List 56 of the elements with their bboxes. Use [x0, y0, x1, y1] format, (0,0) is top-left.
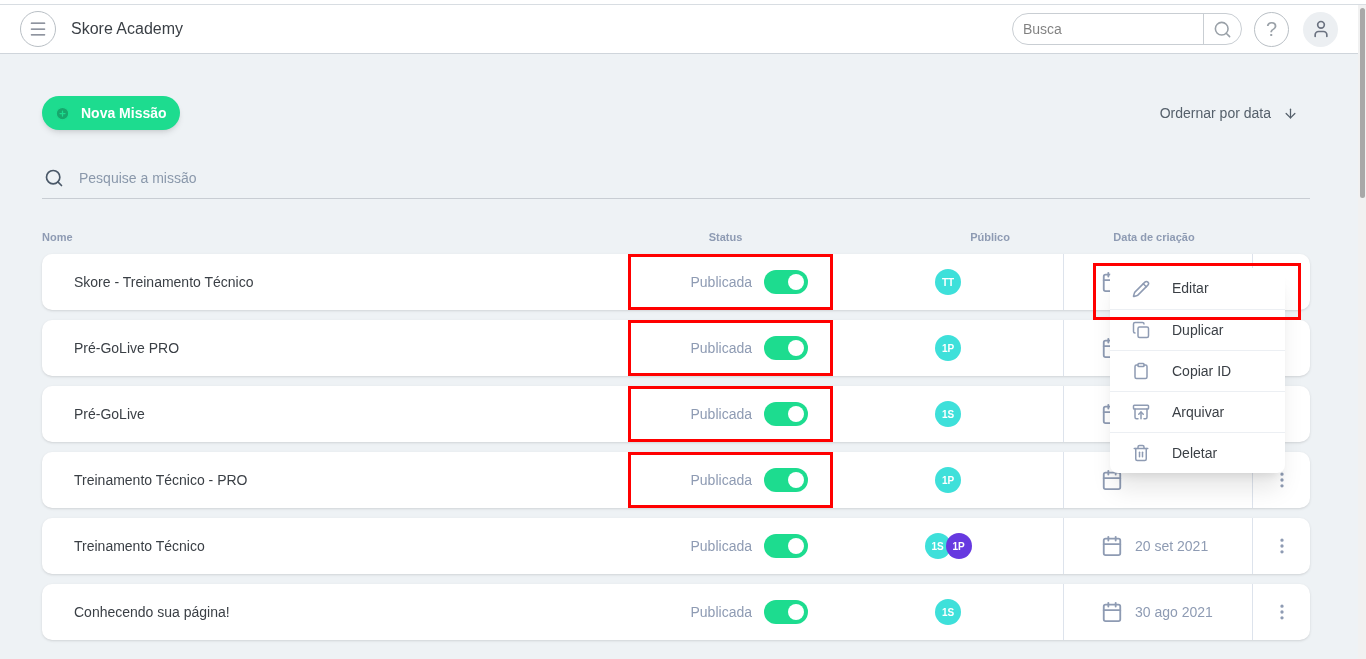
menu-item[interactable]: Deletar: [1110, 432, 1285, 473]
toggle-switch[interactable]: [764, 402, 808, 426]
pencil-icon: [1132, 279, 1150, 298]
status-label: Publicada: [690, 536, 752, 556]
toggle-switch[interactable]: [764, 600, 808, 624]
audience-badge: 1S: [935, 599, 961, 625]
plus-icon: [55, 105, 70, 121]
audience-badge: 1P: [935, 467, 961, 493]
toggle-switch[interactable]: [764, 336, 808, 360]
calendar-icon: [1101, 469, 1123, 491]
menu-item[interactable]: Copiar ID: [1110, 350, 1285, 391]
calendar-icon: [1101, 535, 1123, 557]
app-title: Skore Academy: [71, 19, 184, 39]
mission-name: Conhecendo sua página!: [73, 602, 231, 622]
scrollbar-thumb[interactable]: [1359, 8, 1365, 198]
arrow-down-icon: [1283, 105, 1298, 121]
audience-badge: 1P: [945, 533, 972, 559]
search-icon: [1213, 19, 1232, 39]
status-label: Publicada: [690, 272, 752, 292]
mission-name: Skore - Treinamento Técnico: [73, 272, 255, 292]
profile-button[interactable]: [1303, 11, 1338, 47]
mission-name: Treinamento Técnico - PRO: [73, 470, 249, 490]
audience-badge: 1P: [935, 335, 961, 361]
audience-badge: TT: [935, 269, 961, 295]
mission-name: Treinamento Técnico: [73, 536, 206, 556]
trash-icon: [1132, 444, 1150, 462]
sort-button[interactable]: Ordernar por data: [1159, 102, 1298, 124]
mission-row[interactable]: Conhecendo sua página! Publicada 1S 30 ago 2021: [42, 584, 1310, 640]
mission-name: Pré-GoLive: [73, 404, 146, 424]
creation-date: 20 set 2021: [1135, 536, 1210, 556]
column-header: Status: [707, 229, 744, 245]
mission-row[interactable]: Treinamento Técnico Publicada 1S 1P 20 set 2021: [42, 518, 1310, 574]
mission-search-field[interactable]: Pesquise a missão: [79, 157, 1308, 198]
search-field[interactable]: Busca: [1013, 14, 1203, 44]
creation-date: 30 ago 2021: [1135, 602, 1214, 622]
status-label: Publicada: [690, 602, 752, 622]
menu-item[interactable]: Editar: [1110, 268, 1285, 309]
column-header: Nome: [42, 229, 74, 245]
copy-icon: [1132, 321, 1150, 339]
audience-badge: 1S: [924, 533, 951, 559]
toggle-switch[interactable]: [764, 468, 808, 492]
toggle-switch[interactable]: [764, 270, 808, 294]
toggle-switch[interactable]: [764, 534, 808, 558]
menu-item[interactable]: Arquivar: [1110, 391, 1285, 432]
status-label: Publicada: [690, 404, 752, 424]
status-label: Publicada: [690, 338, 752, 358]
column-header: Data de criação: [1112, 229, 1196, 245]
clipboard-icon: [1132, 362, 1150, 380]
menu-item[interactable]: Duplicar: [1110, 309, 1285, 350]
search-icon: [44, 167, 64, 188]
column-header: Público: [969, 229, 1011, 245]
audience-badge: 1S: [935, 401, 961, 427]
calendar-icon: [1101, 601, 1123, 623]
mission-name: Pré-GoLive PRO: [73, 338, 181, 358]
archive-icon: [1132, 403, 1150, 421]
status-label: Publicada: [690, 470, 752, 490]
